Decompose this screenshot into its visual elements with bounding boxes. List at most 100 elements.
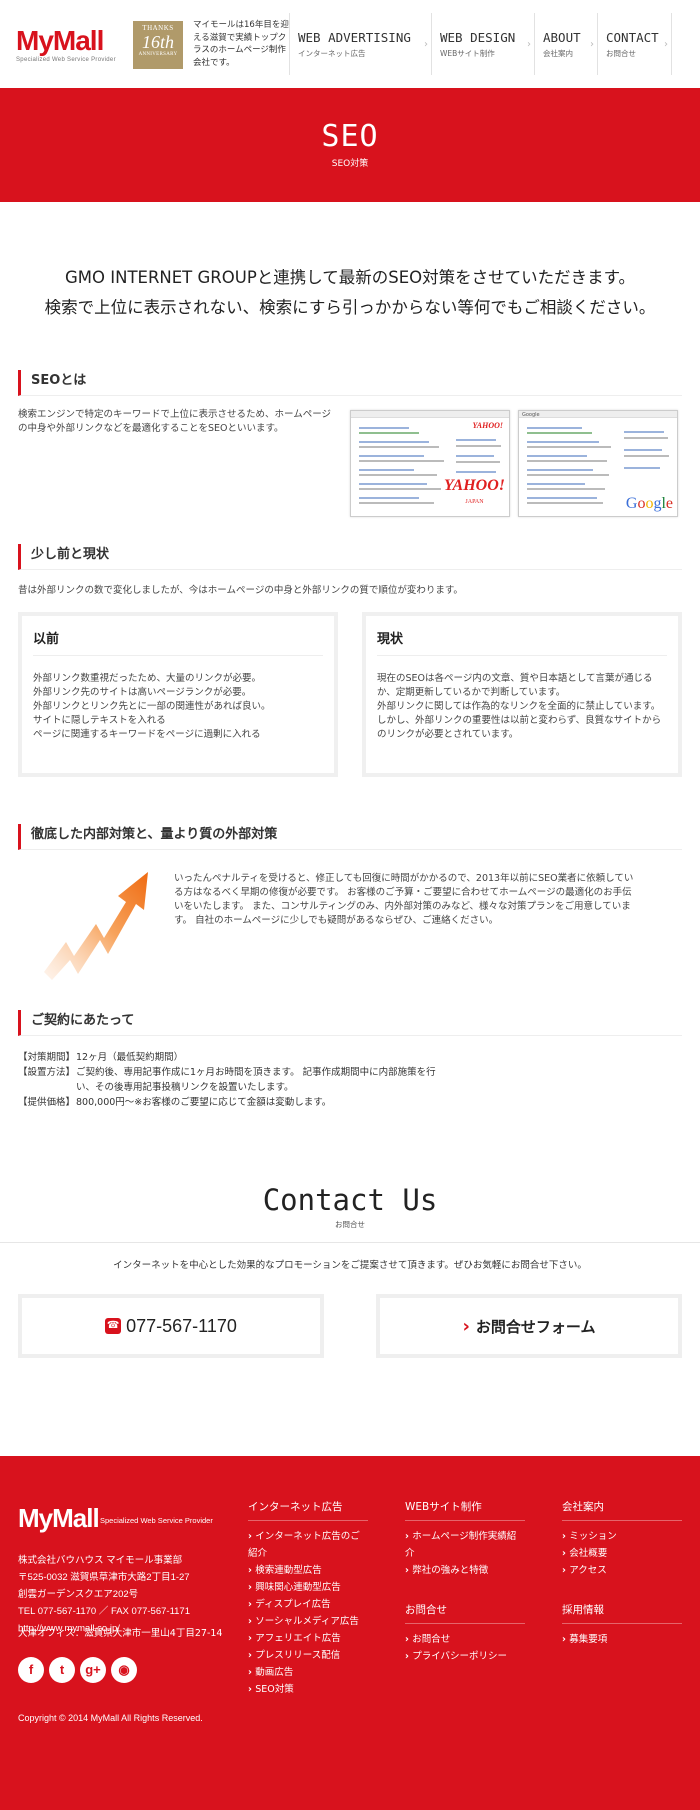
page-title: SEO: [321, 119, 379, 154]
footer-link[interactable]: 動画広告: [248, 1664, 368, 1681]
term-value: 800,000円〜※お客様のご要望に応じて金額は変動します。: [76, 1097, 332, 1108]
contact-form-button[interactable]: › お問合せフォーム: [376, 1294, 682, 1358]
term-key: 【対策期間】: [18, 1052, 76, 1063]
footer-link[interactable]: お問合せ: [405, 1631, 525, 1648]
googleplus-icon[interactable]: g+: [80, 1657, 106, 1683]
now-box: 現状 現在のSEOは各ページ内の文章、質や日本語として言葉が通じるか、定期更新し…: [362, 612, 682, 777]
rising-arrow-icon: [44, 872, 148, 980]
list-item: ページに関連するキーワードをページに過剰に入れる: [33, 729, 261, 740]
facebook-icon[interactable]: f: [18, 1657, 44, 1683]
list-item: 外部リンク先のサイトは高いページランクが必要。: [33, 687, 252, 698]
then-now-text: 昔は外部リンクの数で変化しましたが、今はホームページの中身と外部リンクの質で順位…: [18, 585, 463, 596]
footer-col-contact: お問合せ お問合せ プライバシーポリシー: [405, 1602, 525, 1665]
page-banner: SEO SEO対策: [0, 88, 700, 202]
term-row: 【提供価格】 800,000円〜※お客様のご要望に応じて金額は変動します。: [18, 1095, 438, 1110]
list-item: サイトに隠しテキストを入れる: [33, 715, 166, 726]
list-item: 外部リンクとリンク先とに一部の関連性があれば良い。: [33, 701, 271, 712]
badge-bottom: ANNIVERSARY: [138, 52, 178, 57]
nav-web-advertising[interactable]: WEB ADVERTISING インターネット広告 ›: [289, 13, 431, 75]
footer-link[interactable]: アフェリエイト広告: [248, 1630, 368, 1647]
yahoo-mini-logo: YAHOO!: [472, 421, 503, 430]
term-key: 【設置方法】: [18, 1067, 76, 1078]
logo-text: MyMall: [16, 25, 104, 56]
footer-link[interactable]: ミッション: [562, 1528, 682, 1545]
footer-link[interactable]: プライバシーポリシー: [405, 1648, 525, 1665]
chevron-right-icon: ›: [590, 39, 594, 50]
nav-contact[interactable]: CONTACT お問合せ ›: [597, 13, 672, 75]
footer-col-web: WEBサイト制作 ホームページ制作実績紹介 弊社の強みと特徴: [405, 1499, 525, 1579]
chevron-right-icon: ›: [527, 39, 531, 50]
footer-col-about: 会社案内 ミッション 会社概要 アクセス: [562, 1499, 682, 1579]
mymall-logo[interactable]: MyMall Specialized Web Service Provider: [16, 26, 126, 70]
footer-col-ads: インターネット広告 インターネット広告のご紹介 検索連動型広告 興味関心連動型広…: [248, 1499, 368, 1698]
footer-link[interactable]: SEO対策: [248, 1681, 368, 1698]
footer-link[interactable]: 会社概要: [562, 1545, 682, 1562]
list-item: 外部リンクに関しては作為的なリンクを全面的に禁止しています。: [377, 701, 661, 712]
footer-link[interactable]: 募集要項: [562, 1631, 682, 1648]
footer-link[interactable]: アクセス: [562, 1562, 682, 1579]
rss-icon[interactable]: ◉: [111, 1657, 137, 1683]
footer-col-title: WEBサイト制作: [405, 1499, 525, 1521]
badge-top: THANKS: [142, 24, 174, 32]
chevron-right-icon: ›: [462, 1315, 470, 1337]
chevron-right-icon: ›: [664, 39, 668, 50]
nav-label-jp: インターネット広告: [298, 49, 366, 58]
phone-icon: ☎: [105, 1318, 122, 1334]
lead-line-1: GMO INTERNET GROUPと連携して最新のSEO対策をさせていただきま…: [64, 268, 636, 287]
section-heading-what-is-seo: SEOとは: [18, 370, 682, 396]
what-is-seo-text: 検索エンジンで特定のキーワードで上位に表示させるため、ホームページの中身や外部リ…: [18, 409, 332, 434]
footer-link[interactable]: 弊社の強みと特徴: [405, 1562, 525, 1579]
nav-label-jp: WEBサイト制作: [440, 49, 495, 58]
page-subtitle: SEO対策: [331, 159, 369, 169]
nav-web-design[interactable]: WEB DESIGN WEBサイト制作 ›: [431, 13, 534, 75]
list-item: しかし、外部リンクの重要性は以前と変わらず、良質なサイトからのリンクが必要とされ…: [377, 715, 662, 740]
footer-link[interactable]: ソーシャルメディア広告: [248, 1613, 368, 1630]
company-address-2: 創雲ガーデンスクエア202号: [18, 1589, 139, 1600]
yahoo-search-screenshot: YAHOO! YAHOO! JAPAN: [350, 410, 510, 517]
term-row: 【対策期間】 12ヶ月（最低契約期間）: [18, 1050, 438, 1065]
footer-link[interactable]: 興味関心連動型広告: [248, 1579, 368, 1596]
term-row: 【設置方法】 ご契約後、専用記事作成に1ヶ月お時間を頂きます。 記事作成期間中に…: [18, 1065, 438, 1095]
badge-number: 16th: [141, 32, 174, 52]
company-address-1: 〒525-0032 滋賀県草津市大路2丁目1-27: [18, 1572, 190, 1583]
office-address: 大津オフィス：滋賀県大津市一里山4丁目27-14: [18, 1628, 223, 1639]
section-heading-contract: ご契約にあたって: [18, 1010, 682, 1036]
footer-link[interactable]: 検索連動型広告: [248, 1562, 368, 1579]
footer-link[interactable]: ホームページ制作実績紹介: [405, 1528, 525, 1562]
copyright: Copyright © 2014 MyMall All Rights Reser…: [18, 1713, 203, 1723]
term-key: 【提供価格】: [18, 1097, 76, 1108]
footer-col-title: インターネット広告: [248, 1499, 368, 1521]
twitter-icon[interactable]: t: [49, 1657, 75, 1683]
nav-label-en: ABOUT: [543, 30, 581, 45]
contact-title: Contact Us: [262, 1183, 438, 1217]
now-title: 現状: [377, 628, 667, 656]
footer-logo[interactable]: MyMall: [18, 1503, 100, 1534]
nav-label-en: WEB ADVERTISING: [298, 30, 411, 45]
before-box: 以前 外部リンク数重視だったため、大量のリンクが必要。 外部リンク先のサイトは高…: [18, 612, 338, 777]
nav-label-jp: お問合せ: [606, 49, 636, 58]
lead-text: GMO INTERNET GROUPと連携して最新のSEO対策をさせていただきま…: [0, 263, 700, 323]
divider: [0, 1242, 700, 1243]
contact-text: インターネットを中心とした効果的なプロモーションをご提案させて頂きます。ぜひお気…: [113, 1260, 587, 1271]
nav-label-jp: 会社案内: [543, 49, 573, 58]
contact-subtitle: お問合せ: [335, 1220, 365, 1229]
measures-text: いったんペナルティを受けると、修正しても回復に時間がかかるので、2013年以前に…: [174, 873, 634, 926]
chevron-right-icon: ›: [424, 39, 428, 50]
footer-link[interactable]: インターネット広告のご紹介: [248, 1528, 368, 1562]
footer-col-title: 採用情報: [562, 1602, 682, 1624]
google-search-screenshot: Google Google: [518, 410, 678, 517]
global-nav: WEB ADVERTISING インターネット広告 › WEB DESIGN W…: [289, 13, 672, 75]
footer-col-title: 会社案内: [562, 1499, 682, 1521]
footer-logo-tagline: Specialized Web Service Provider: [100, 1516, 213, 1525]
contract-terms: 【対策期間】 12ヶ月（最低契約期間） 【設置方法】 ご契約後、専用記事作成に1…: [18, 1050, 438, 1110]
site-header: MyMall Specialized Web Service Provider …: [0, 0, 700, 88]
list-item: 外部リンク数重視だったため、大量のリンクが必要。: [33, 673, 262, 684]
anniversary-badge: THANKS 16th ANNIVERSARY: [133, 21, 183, 69]
footer-link[interactable]: プレスリリース配信: [248, 1647, 368, 1664]
phone-button[interactable]: ☎ 077-567-1170: [18, 1294, 324, 1358]
footer-col-recruit: 採用情報 募集要項: [562, 1602, 682, 1648]
term-value: 12ヶ月（最低契約期間）: [76, 1052, 184, 1063]
nav-about[interactable]: ABOUT 会社案内 ›: [534, 13, 597, 75]
company-tel-fax: TEL 077-567-1170 ／ FAX 077-567-1171: [18, 1606, 190, 1617]
footer-link[interactable]: ディスプレイ広告: [248, 1596, 368, 1613]
